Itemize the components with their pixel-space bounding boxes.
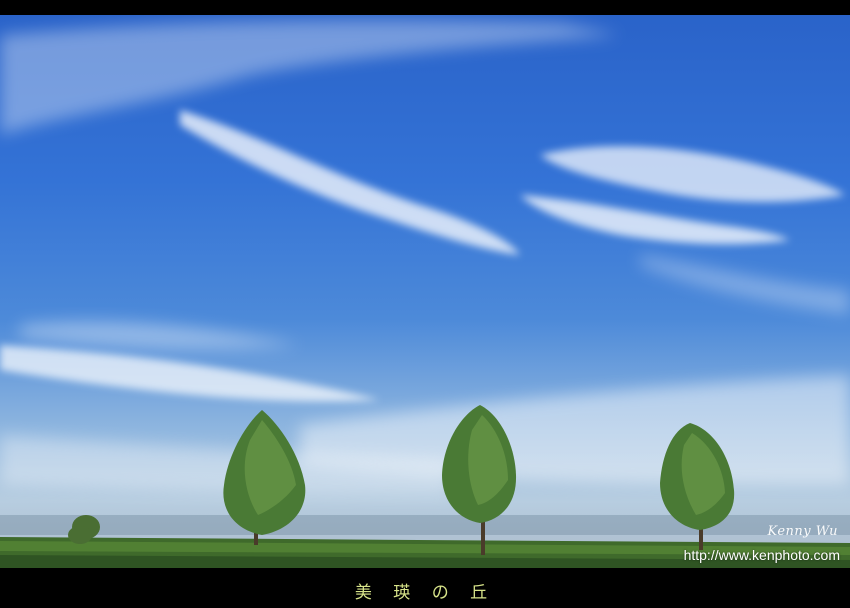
landscape-photo: Kenny Wu http://www.kenphoto.com xyxy=(0,15,850,568)
photographer-signature: Kenny Wu xyxy=(767,524,838,539)
photo-caption: 美 瑛 の 丘 xyxy=(354,583,496,603)
website-watermark: http://www.kenphoto.com xyxy=(683,547,840,563)
top-letterbox-bar xyxy=(0,0,850,15)
clouds xyxy=(0,20,850,495)
photo-scene xyxy=(0,20,850,568)
